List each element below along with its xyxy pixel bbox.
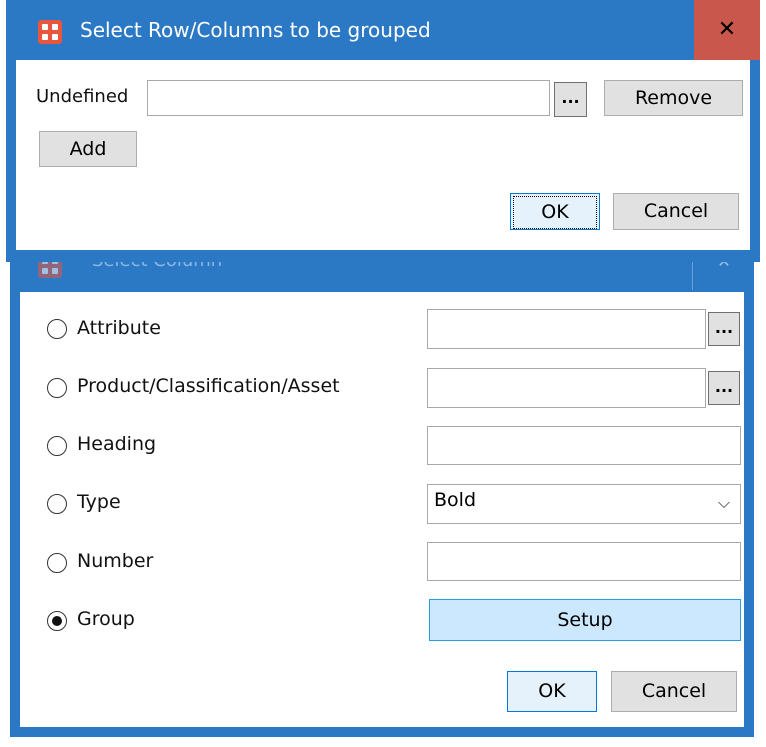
attribute-input[interactable] xyxy=(427,309,706,349)
radio-product[interactable] xyxy=(47,378,67,398)
select-column-ok-button[interactable]: OK xyxy=(507,671,597,712)
group-dialog-body: Undefined ... Remove Add OK Cancel xyxy=(16,60,750,250)
attribute-browse-button[interactable]: ... xyxy=(708,312,740,346)
product-browse-button[interactable]: ... xyxy=(708,371,740,405)
group-dialog-cancel-button[interactable]: Cancel xyxy=(613,193,739,230)
select-column-dialog: Select Column ✕ Attribute ... Product/Cl… xyxy=(10,240,754,737)
radio-heading[interactable] xyxy=(47,436,67,456)
group-label: Group xyxy=(77,608,135,630)
heading-label: Heading xyxy=(77,433,157,455)
close-icon[interactable]: ✕ xyxy=(694,0,760,60)
radio-group[interactable] xyxy=(47,611,67,631)
undefined-browse-button[interactable]: ... xyxy=(554,82,587,117)
radio-type[interactable] xyxy=(47,494,67,514)
type-label: Type xyxy=(77,491,121,513)
group-dialog-title: Select Row/Columns to be grouped xyxy=(80,18,431,42)
select-column-body: Attribute ... Product/Classification/Ass… xyxy=(20,292,744,727)
chevron-down-icon: ⌵ xyxy=(717,493,730,512)
select-column-cancel-button[interactable]: Cancel xyxy=(611,671,737,712)
undefined-input[interactable] xyxy=(147,80,550,116)
radio-number[interactable] xyxy=(47,553,67,573)
type-select[interactable]: Bold ⌵ xyxy=(427,484,741,524)
product-label: Product/Classification/Asset xyxy=(77,375,340,397)
radio-attribute[interactable] xyxy=(47,319,67,339)
number-input[interactable] xyxy=(427,542,741,581)
undefined-label: Undefined xyxy=(36,86,129,107)
number-label: Number xyxy=(77,550,154,572)
ok-focus-rect: OK xyxy=(513,196,597,229)
group-dialog: Select Row/Columns to be grouped ✕ Undef… xyxy=(6,0,760,262)
group-dialog-ok-button[interactable]: OK xyxy=(510,193,600,230)
setup-button[interactable]: Setup xyxy=(429,599,741,641)
attribute-label: Attribute xyxy=(77,317,161,339)
product-input[interactable] xyxy=(427,368,706,408)
remove-button[interactable]: Remove xyxy=(604,80,743,116)
type-select-value: Bold xyxy=(434,489,476,511)
group-dialog-titlebar[interactable]: Select Row/Columns to be grouped ✕ xyxy=(6,0,760,60)
add-button[interactable]: Add xyxy=(39,131,137,167)
app-grid-icon xyxy=(38,20,62,44)
heading-input[interactable] xyxy=(427,426,741,465)
